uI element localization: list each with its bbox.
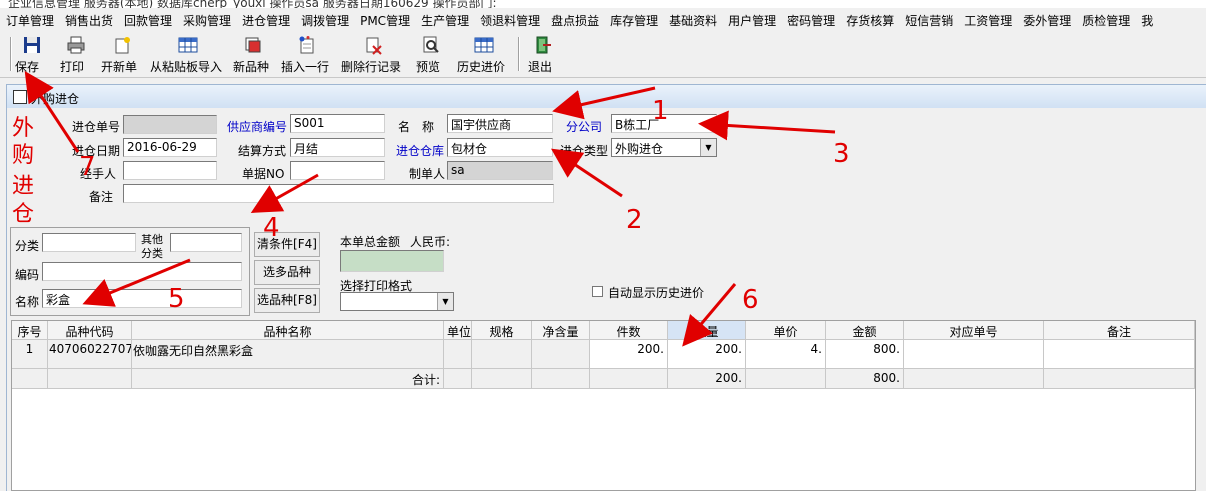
annotation-number: 6 (742, 285, 759, 315)
annotation-arrow-6 (682, 283, 737, 347)
annotation-arrow-2 (551, 148, 623, 198)
annotation-arrows (24, 70, 836, 347)
annotation-number: 5 (168, 284, 185, 314)
annotation-arrow-3 (698, 110, 836, 141)
annotation-arrow-4 (250, 173, 319, 213)
annotation-number: 3 (833, 139, 850, 169)
annotation-number: 1 (652, 96, 669, 126)
annotation-arrow-7 (24, 70, 80, 153)
annotation-number: 4 (263, 213, 280, 243)
annotation-number: 2 (626, 205, 643, 235)
annotation-number: 7 (79, 152, 96, 182)
annotation-arrow-1 (552, 86, 656, 120)
